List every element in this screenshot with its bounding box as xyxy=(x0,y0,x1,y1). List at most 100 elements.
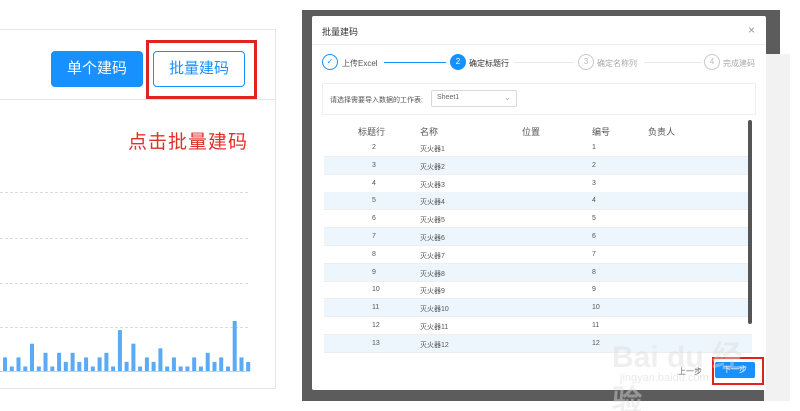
background-page-edge xyxy=(764,54,790,401)
table-cell: 灭火器6 xyxy=(420,235,445,242)
table-cell: 8 xyxy=(372,250,376,258)
column-header: 名称 xyxy=(420,127,439,137)
table-row[interactable]: 9 灭火器8 8 xyxy=(324,263,752,282)
table-cell: 灭火器1 xyxy=(420,146,445,153)
table-cell: 7 xyxy=(372,233,376,240)
watermark: Bai du 经验 jingyan.baidu.com xyxy=(612,332,762,411)
table-row[interactable]: 4 灭火器3 3 xyxy=(324,175,752,193)
sheet-selector-bar: 请选择需要导入数据的工作表: Sheet1 ⌄ xyxy=(322,83,756,115)
table-cell: 10 xyxy=(372,286,380,294)
chart-bar xyxy=(144,357,149,371)
table-row[interactable]: 7 灭火器6 6 xyxy=(324,228,752,246)
chart-bar xyxy=(63,361,68,371)
chart-bar xyxy=(246,361,251,371)
step-4-label: 完成建码 xyxy=(723,59,755,68)
table-cell: 灭火器5 xyxy=(420,217,445,225)
table-cell: 11 xyxy=(372,304,380,312)
sheet-select[interactable]: Sheet1 ⌄ xyxy=(431,90,517,107)
table-cell: 9 xyxy=(372,268,376,276)
table-row[interactable]: 5 灭火器4 4 xyxy=(324,192,752,211)
column-header: 标题行 xyxy=(358,127,386,137)
column-header: 位置 xyxy=(522,127,541,137)
step-connector xyxy=(514,62,574,63)
toolbar-divider xyxy=(0,99,276,100)
table-cell: 5 xyxy=(592,215,596,223)
step-2-label: 确定标题行 xyxy=(469,59,509,68)
chart-bar xyxy=(104,352,109,371)
table-cell: 12 xyxy=(372,322,380,329)
chart-bar xyxy=(124,361,129,371)
table-cell: 4 xyxy=(592,197,596,205)
chart-bar xyxy=(212,361,217,371)
chart-bar xyxy=(239,357,244,371)
step-connector xyxy=(644,62,702,63)
table-cell: 2 xyxy=(592,161,596,169)
chart-bar xyxy=(131,343,136,371)
bar-chart xyxy=(3,321,251,371)
table-cell: 灭火器4 xyxy=(420,199,445,207)
table-cell: 9 xyxy=(592,286,596,294)
table-header: 标题行 名称 位置 编号 负责人 xyxy=(324,121,752,139)
step-2-circle: 2 xyxy=(450,54,466,70)
table-cell: 灭火器11 xyxy=(420,324,449,331)
sheet-select-value: Sheet1 xyxy=(437,94,460,101)
table-cell: 12 xyxy=(592,339,600,347)
dialog-title: 批量建码 xyxy=(322,27,359,37)
table-cell: 6 xyxy=(372,215,376,223)
chart-bar xyxy=(171,357,176,371)
table-row[interactable]: 8 灭火器7 7 xyxy=(324,246,752,264)
table-row[interactable]: 10 灭火器9 9 xyxy=(324,281,752,300)
chart-bar xyxy=(77,361,82,371)
chart-bar xyxy=(158,348,163,371)
gridline xyxy=(0,192,248,193)
table-cell: 2 xyxy=(372,144,376,151)
single-code-button[interactable]: 单个建码 xyxy=(51,51,143,87)
table-row[interactable]: 2 灭火器1 1 xyxy=(324,139,752,157)
table-cell: 4 xyxy=(372,179,376,187)
table-cell: 3 xyxy=(592,179,596,187)
table-row[interactable]: 11 灭火器10 10 xyxy=(324,299,752,318)
step-3-label: 确定名称列 xyxy=(597,59,637,68)
watermark-url: jingyan.baidu.com xyxy=(620,372,709,384)
chart-bar xyxy=(57,352,62,371)
chart-bar xyxy=(192,357,197,371)
table-cell: 灭火器9 xyxy=(420,288,445,296)
chart-baseline xyxy=(0,371,250,372)
left-panel: 单个建码 批量建码 点击批量建码 xyxy=(0,0,276,411)
table-cell: 5 xyxy=(372,197,376,205)
table-row[interactable]: 6 灭火器5 5 xyxy=(324,210,752,229)
gridline xyxy=(0,283,248,284)
table-scrollbar[interactable] xyxy=(748,120,752,324)
dialog-divider xyxy=(312,44,766,45)
table-cell: 1 xyxy=(592,144,596,151)
chart-bar xyxy=(30,343,34,371)
chart-bar xyxy=(16,357,21,371)
highlight-box xyxy=(146,40,257,99)
close-icon[interactable]: × xyxy=(748,23,755,37)
chart-bar xyxy=(151,361,156,371)
step-1-label: 上传Excel xyxy=(342,59,378,68)
table-cell: 13 xyxy=(372,339,380,347)
chart-bar xyxy=(97,357,102,371)
annotation-text: 点击批量建码 xyxy=(128,132,249,153)
chart-bar xyxy=(84,357,89,371)
column-header: 负责人 xyxy=(648,127,676,137)
step-3-circle: 3 xyxy=(578,54,594,70)
step-1-check-icon: ✓ xyxy=(322,54,338,70)
chart-bar xyxy=(43,352,48,371)
chevron-down-icon: ⌄ xyxy=(504,93,511,102)
chart-bar xyxy=(232,321,237,371)
table-cell: 3 xyxy=(372,161,376,169)
table-cell: 10 xyxy=(592,304,600,312)
table-cell: 灭火器7 xyxy=(420,252,445,260)
table-row[interactable]: 3 灭火器2 2 xyxy=(324,156,752,175)
table-cell: 8 xyxy=(592,268,596,276)
chart-bar xyxy=(205,352,210,371)
column-header: 编号 xyxy=(592,127,611,137)
chart-bar xyxy=(70,352,75,371)
chart-bar xyxy=(219,357,224,371)
table-cell: 灭火器8 xyxy=(420,270,445,278)
step-4-circle: 4 xyxy=(704,54,720,70)
gridline xyxy=(0,238,248,239)
table-cell: 6 xyxy=(592,233,596,240)
